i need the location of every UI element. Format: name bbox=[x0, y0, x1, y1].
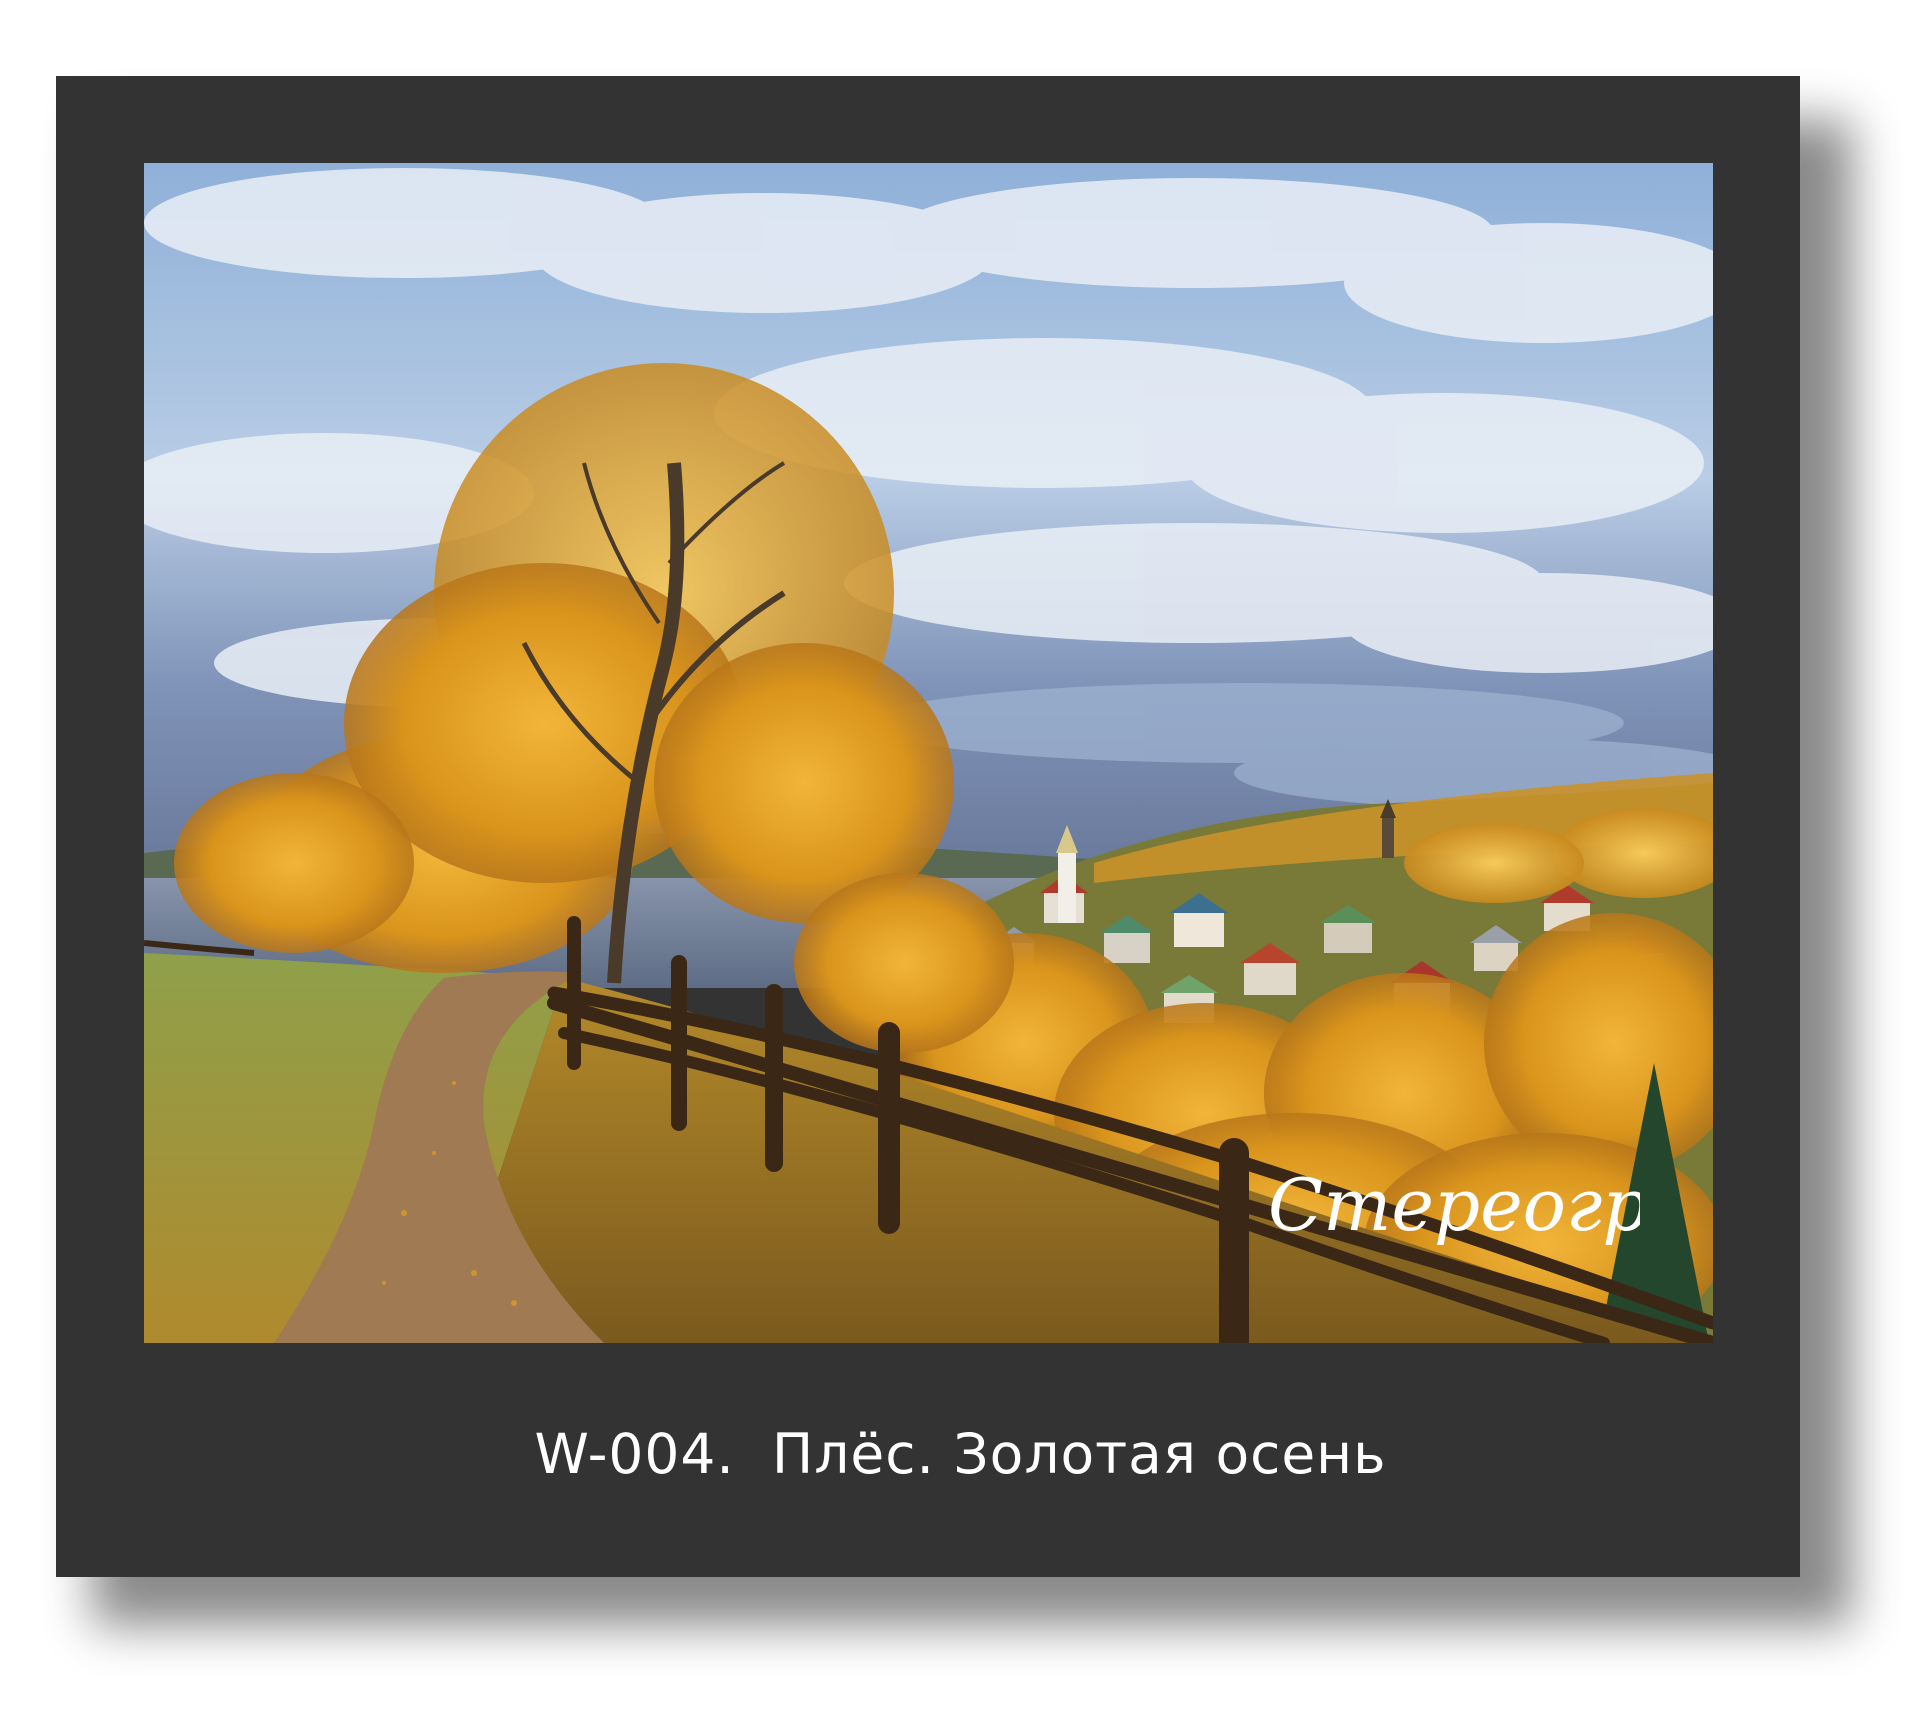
watermark-logo: Стереоград bbox=[1268, 1163, 1640, 1247]
watermark-text: Стереоград bbox=[1268, 1163, 1640, 1247]
caption-title: W-004. Плёс. Золотая осень bbox=[534, 1422, 1387, 1486]
